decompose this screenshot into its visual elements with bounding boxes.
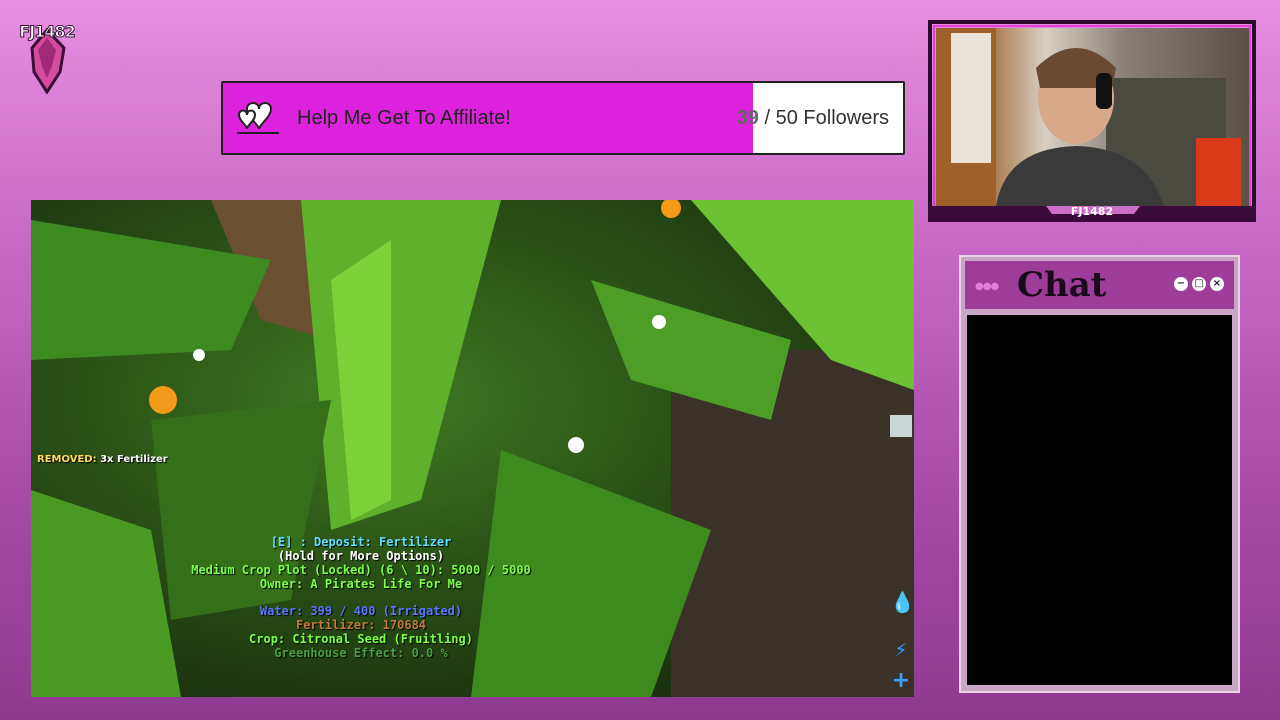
hud-fertilizer: Fertilizer: 170684 [295, 618, 427, 632]
hud-owner: Owner: A Pirates Life For Me [259, 577, 463, 591]
water-drop-icon: 💧 [890, 590, 914, 614]
goal-target: / 50 Followers [758, 107, 889, 129]
health-plus-icon: + [891, 668, 911, 693]
dragon-logo-icon [30, 27, 66, 95]
chat-title: Chat [1017, 265, 1107, 305]
chat-dots-icon: ●●● [975, 281, 999, 292]
removed-value: 3x Fertilizer [100, 454, 168, 465]
follower-goal-bar: Help Me Get To Affiliate! 39 / 50 Follow… [221, 81, 905, 155]
goal-current: 39 [736, 107, 759, 129]
hud-hold: (Hold for More Options) [277, 549, 445, 563]
energy-icon: ⚡ [894, 640, 908, 661]
minimize-button[interactable]: − [1174, 277, 1188, 291]
map-icon [890, 415, 912, 437]
webcam-feed [936, 28, 1249, 206]
hud-crop: Crop: Citronal Seed (Fruitling) [249, 632, 473, 646]
chat-messages-area [967, 315, 1232, 685]
hud-water: Water: 399 / 400 (Irrigated) [259, 604, 463, 618]
hud-deposit: [E] : Deposit: Fertilizer [270, 535, 452, 549]
maximize-button[interactable]: □ [1192, 277, 1206, 291]
chat-header: ●●● Chat − □ × [965, 261, 1234, 309]
channel-logo: FJ1482 [14, 8, 80, 95]
game-capture: REMOVED: 3x Fertilizer [E] : Deposit: Fe… [31, 200, 914, 697]
hud-greenhouse: Greenhouse Effect: 0.0 % [274, 646, 448, 660]
streamer-silhouette [936, 28, 1241, 206]
webcam-name-tag: FJ1482 [1070, 205, 1114, 218]
hud-plot: Medium Crop Plot (Locked) (6 \ 10): 5000… [191, 563, 531, 577]
logo-text: FJ1482 [19, 22, 76, 42]
chat-window: ●●● Chat − □ × [959, 255, 1240, 693]
goal-count: 39 / 50 Followers [737, 107, 889, 130]
removed-label: REMOVED: [37, 454, 97, 465]
goal-title: Help Me Get To Affiliate! [297, 107, 511, 129]
close-button[interactable]: × [1210, 277, 1224, 291]
heart-icon [237, 102, 279, 134]
removed-notification: REMOVED: 3x Fertilizer [37, 454, 168, 465]
